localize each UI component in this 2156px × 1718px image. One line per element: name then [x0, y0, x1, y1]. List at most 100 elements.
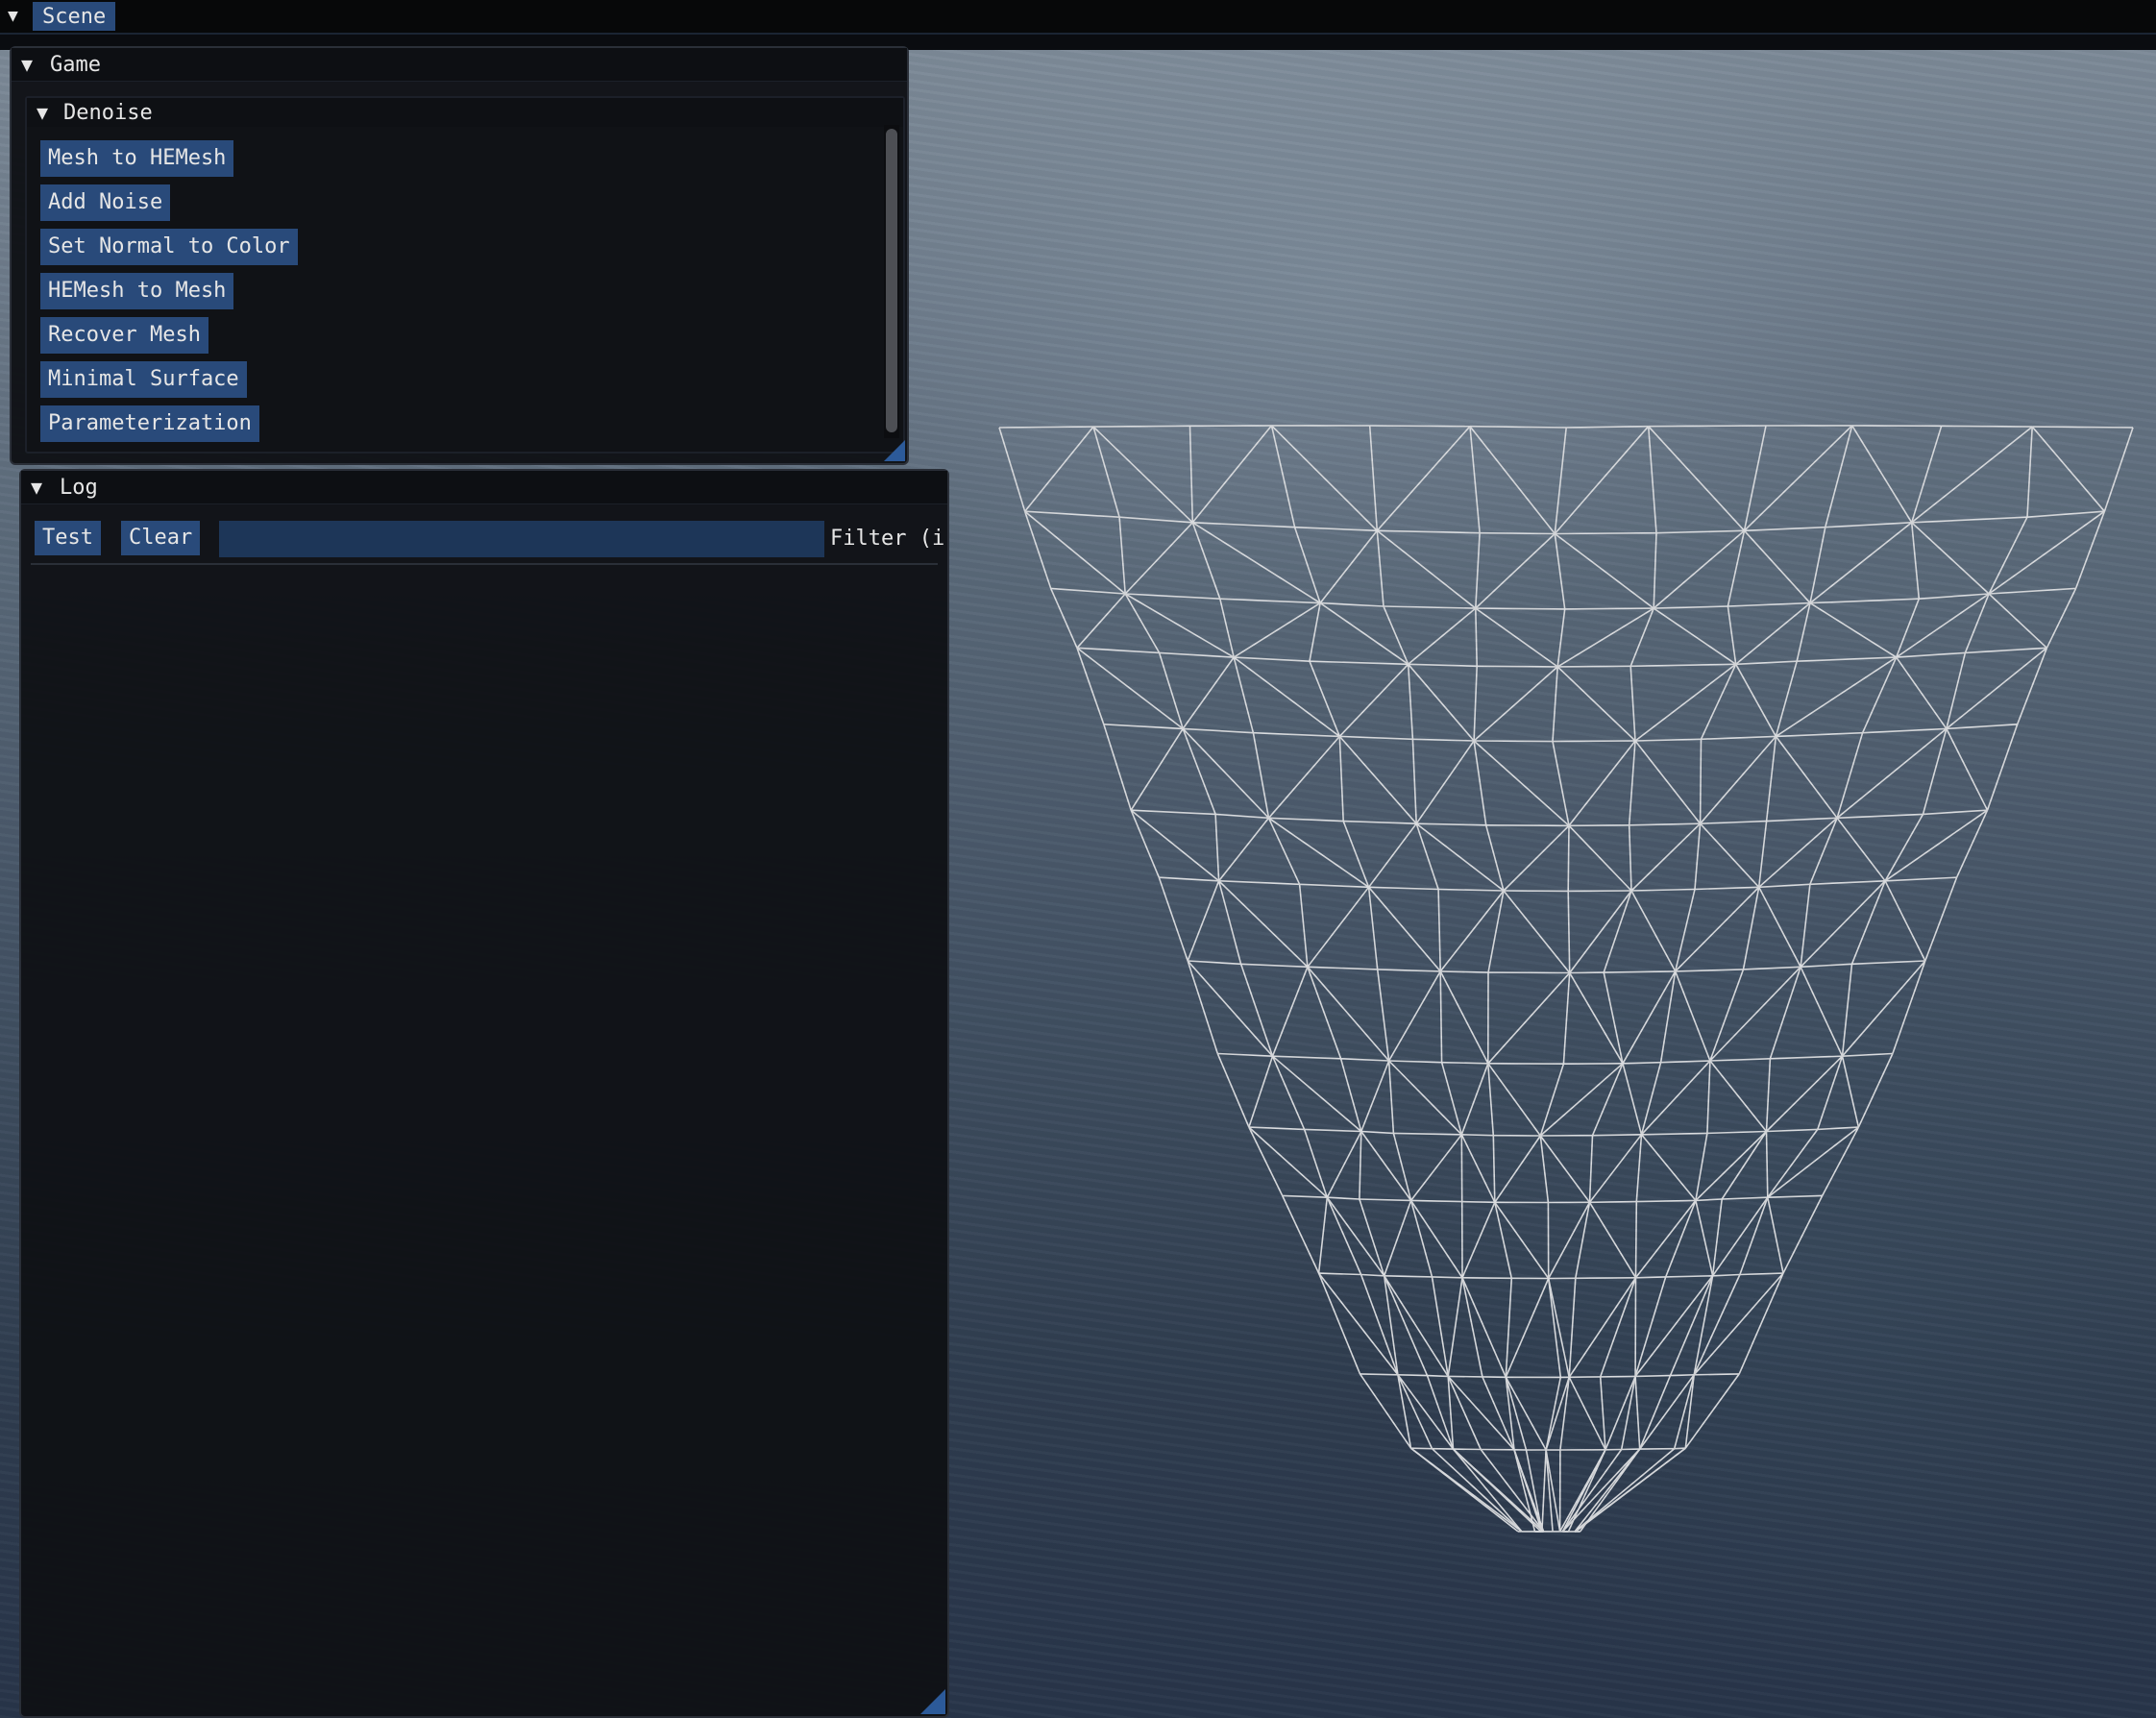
mesh-edge: [1182, 727, 1270, 819]
mesh-edge: [1359, 1373, 1412, 1449]
mesh-edge: [1850, 880, 1886, 965]
mesh-edge: [1574, 1448, 1641, 1533]
mesh-edge: [1343, 820, 1417, 824]
mesh-edge: [1484, 824, 1505, 892]
mesh-edge: [1547, 1201, 1591, 1279]
triangle-down-icon[interactable]: ▼: [8, 7, 25, 26]
mesh-edge: [1712, 1273, 1740, 1277]
mesh-edge: [1841, 1056, 1860, 1128]
hemesh-to-mesh-button[interactable]: HEMesh to Mesh: [40, 273, 234, 309]
mesh-edge: [1092, 425, 1190, 428]
mesh-edge: [1635, 1374, 1671, 1378]
mesh-edge: [1360, 1060, 1390, 1132]
collapse-triangle-icon[interactable]: ▼: [31, 475, 42, 500]
mesh-edge: [1487, 971, 1571, 1065]
mesh-edge: [1342, 821, 1370, 888]
mesh-edge: [1655, 529, 1745, 534]
mesh-edge: [1775, 660, 1798, 737]
mesh-edge: [1599, 1277, 1637, 1378]
resize-grip-icon[interactable]: [884, 440, 905, 461]
mesh-edge: [1270, 425, 1378, 531]
mesh-edge: [1397, 1374, 1428, 1377]
mesh-edge: [1588, 1201, 1637, 1279]
mesh-edge: [1884, 880, 1926, 962]
clear-button[interactable]: Clear: [121, 521, 201, 555]
mesh-edge: [1694, 823, 1702, 890]
minimal-surface-button[interactable]: Minimal Surface: [40, 361, 247, 398]
log-window: ▼ Log Test Clear Filter (inc,-exc): [19, 469, 949, 1718]
mesh-edge: [1588, 1134, 1643, 1203]
mesh-edge: [1800, 966, 1844, 1057]
mesh-edge: [1376, 530, 1384, 607]
resize-grip-icon[interactable]: [920, 1689, 945, 1714]
mesh-edge: [1588, 1135, 1594, 1203]
mesh-edge: [1410, 1447, 1433, 1450]
mesh-edge: [1182, 728, 1216, 815]
mesh-edge: [1384, 1275, 1449, 1377]
mesh-edge: [1727, 530, 1746, 607]
mesh-edge: [1158, 652, 1184, 729]
mesh-edge: [1124, 593, 1235, 658]
denoise-header[interactable]: ▼ Denoise: [27, 98, 903, 127]
mesh-edge: [1124, 593, 1161, 653]
mesh-edge: [1568, 824, 1632, 892]
mesh-edge: [1187, 880, 1220, 962]
collapse-triangle-icon[interactable]: ▼: [37, 100, 48, 125]
mesh-edge: [1767, 1128, 1819, 1198]
mesh-edge: [1910, 522, 1921, 600]
mesh-edge: [1505, 1377, 1515, 1450]
scrollbar-thumb[interactable]: [886, 129, 897, 432]
log-filter-label: Filter (inc,-exc): [830, 527, 945, 551]
mesh-edge: [1574, 1447, 1686, 1533]
tab-scene[interactable]: Scene: [33, 2, 116, 31]
mesh-edge: [1727, 605, 1737, 665]
mesh-edge: [1684, 1374, 1695, 1449]
mesh-edge: [1271, 1055, 1306, 1130]
mesh-to-hemesh-button[interactable]: Mesh to HEMesh: [40, 140, 234, 177]
mesh-edge: [1554, 426, 1650, 535]
mesh-edge: [1988, 593, 2047, 649]
log-filter-input[interactable]: [219, 521, 824, 557]
mesh-edge: [1721, 1131, 1768, 1200]
mesh-edge: [1699, 739, 1703, 824]
mesh-edge: [1628, 824, 1632, 892]
mesh-edge: [1387, 1060, 1395, 1134]
mesh-edge: [1919, 593, 1990, 600]
mesh-edge: [1767, 1126, 1859, 1198]
parameterization-button[interactable]: Parameterization: [40, 405, 259, 442]
mesh-edge: [1461, 1277, 1507, 1378]
mesh-edge: [1674, 1447, 1686, 1450]
mesh-edge: [1767, 1197, 1784, 1274]
mesh-edge: [1318, 1272, 1361, 1276]
test-button[interactable]: Test: [35, 521, 101, 555]
denoise-scrollbar[interactable]: [884, 125, 899, 438]
log-window-titlebar[interactable]: ▼ Log: [21, 471, 947, 504]
mesh-edge: [1432, 1276, 1463, 1279]
mesh-edge: [1448, 1375, 1482, 1378]
mesh-edge: [1964, 593, 1990, 653]
mesh-edge: [1836, 732, 1864, 819]
mesh-edge: [1338, 735, 1417, 824]
mesh-edge: [1415, 740, 1475, 824]
mesh-edge: [1568, 1278, 1577, 1378]
set-normal-to-color-button[interactable]: Set Normal to Color: [40, 229, 298, 265]
mesh-edge: [1628, 740, 1636, 825]
mesh-edge: [1539, 1135, 1591, 1203]
mesh-edge: [1924, 876, 1958, 962]
mesh-edge: [1219, 599, 1235, 658]
mesh-edge: [1411, 739, 1417, 824]
mesh-edge: [1568, 824, 1629, 827]
recover-mesh-button[interactable]: Recover Mesh: [40, 317, 208, 354]
mesh-edge: [1281, 1195, 1320, 1274]
collapse-triangle-icon[interactable]: ▼: [21, 52, 33, 77]
game-window-titlebar[interactable]: ▼ Game: [12, 48, 907, 82]
mesh-edge: [1384, 1275, 1433, 1278]
mesh-edge: [1268, 817, 1344, 822]
mesh-edge: [1545, 1449, 1554, 1532]
mesh-edge: [1562, 972, 1571, 1065]
mesh-edge: [1239, 964, 1274, 1057]
mesh-edge: [1118, 517, 1126, 595]
mesh-edge: [1567, 891, 1571, 973]
add-noise-button[interactable]: Add Noise: [40, 184, 171, 221]
mesh-edge: [1408, 607, 1477, 665]
